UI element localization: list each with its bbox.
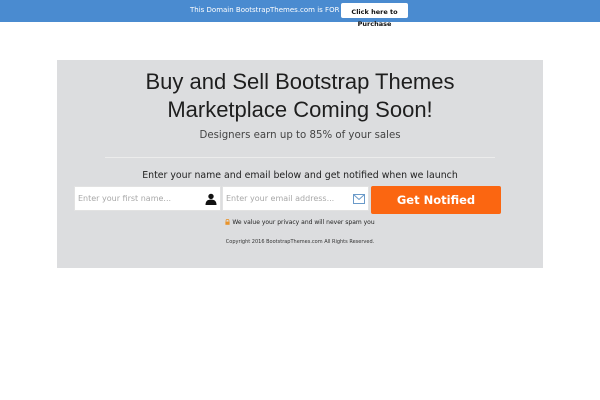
title-line-2: Marketplace Coming Soon! [167, 97, 433, 122]
domain-sale-bar: This Domain BootstrapThemes.com is FOR S… [0, 0, 600, 22]
email-input[interactable] [223, 187, 368, 210]
email-field-wrapper [222, 186, 369, 211]
privacy-text: We value your privacy and will never spa… [232, 219, 375, 226]
signup-instruction: Enter your name and email below and get … [142, 170, 458, 181]
lock-icon [225, 219, 230, 225]
first-name-input[interactable] [75, 187, 220, 210]
copyright: Copyright 2016 BootstrapThemes.com All R… [225, 239, 375, 245]
sale-message: This Domain BootstrapThemes.com is FOR S… [190, 6, 360, 14]
title-line-1: Buy and Sell Bootstrap Themes [145, 69, 455, 94]
user-icon [205, 193, 217, 205]
privacy-note: We value your privacy and will never spa… [57, 219, 543, 226]
get-notified-button[interactable]: Get Notified [371, 186, 501, 214]
purchase-button-label[interactable]: Click here to Purchase [341, 7, 408, 30]
divider [105, 157, 495, 158]
hero-panel: Buy and Sell Bootstrap Themes Marketplac… [57, 60, 543, 268]
subtitle: Designers earn up to 85% of your sales [199, 130, 401, 141]
page-title: Buy and Sell Bootstrap Themes Marketplac… [57, 68, 543, 124]
first-name-field-wrapper [74, 186, 221, 211]
envelope-icon [353, 194, 365, 204]
